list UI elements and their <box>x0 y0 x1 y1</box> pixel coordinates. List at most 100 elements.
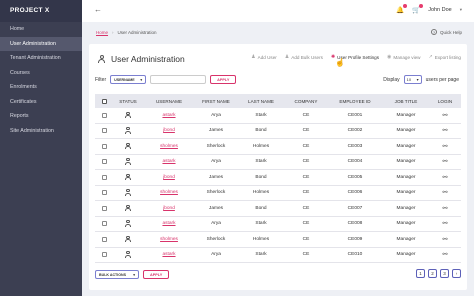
add-bulk-users-button[interactable]: ♟ Add Bulk Users <box>285 54 323 60</box>
username-link[interactable]: sholmes <box>160 144 178 149</box>
export-listing-button[interactable]: ↗ Export listing <box>428 54 461 60</box>
key-icon[interactable]: ⚯ <box>442 220 447 227</box>
sidebar-item-home[interactable]: Home <box>0 22 82 37</box>
page-button-3[interactable]: 3 <box>440 269 449 278</box>
main-card: User Administration ♟ Add User ♟ Add Bul… <box>89 44 467 290</box>
key-icon[interactable]: ⚯ <box>442 251 447 258</box>
column-header-login[interactable]: LOGIN <box>429 99 461 104</box>
job-title-cell: Manager <box>396 236 416 242</box>
column-header-username[interactable]: USERNAME <box>143 99 195 104</box>
row-checkbox[interactable] <box>101 252 107 258</box>
bulk-apply-button[interactable]: APPLY <box>143 270 170 279</box>
row-checkbox[interactable] <box>101 205 107 211</box>
key-icon[interactable]: ⚯ <box>442 236 447 243</box>
job-title-cell: Manager <box>396 174 416 180</box>
key-icon[interactable]: ⚯ <box>442 158 447 165</box>
row-checkbox[interactable] <box>101 236 107 242</box>
key-icon[interactable]: ⚯ <box>442 189 447 196</box>
page-button-2[interactable]: 2 <box>428 269 437 278</box>
filter-label: Filter <box>95 76 107 83</box>
row-checkbox[interactable] <box>101 190 107 196</box>
user-name[interactable]: John Doe <box>428 7 452 13</box>
username-link[interactable]: jbond <box>163 206 175 211</box>
filter-input[interactable] <box>150 75 207 84</box>
key-icon[interactable]: ⚯ <box>442 174 447 181</box>
filter-field-select[interactable]: USERNAME ▾ <box>110 75 147 84</box>
key-icon[interactable]: ⚯ <box>442 112 447 119</box>
add-user-button[interactable]: ♟ Add User <box>251 54 277 60</box>
select-all-cell <box>95 98 113 104</box>
sidebar-item-reports[interactable]: Reports <box>0 109 82 124</box>
chevron-down-icon: ▾ <box>416 77 419 82</box>
bell-icon[interactable]: 🔔 <box>396 4 408 14</box>
user-icon <box>97 54 106 64</box>
add-bulk-users-icon: ♟ <box>284 54 290 60</box>
manage-view-button[interactable]: ◉ Manage view <box>387 54 420 60</box>
username-link[interactable]: astark <box>162 113 175 118</box>
users-table: STATUS USERNAME FIRST NAME LAST NAME COM… <box>95 94 461 263</box>
sidebar-item-site-administration[interactable]: Site Administration <box>0 124 82 139</box>
back-arrow-icon[interactable]: ← <box>94 5 102 14</box>
company-cell: CE <box>302 205 310 211</box>
login-cell: ⚯ <box>429 174 461 181</box>
username-link[interactable]: sholmes <box>160 190 178 195</box>
username-link[interactable]: jbond <box>163 175 175 180</box>
key-icon[interactable]: ⚯ <box>442 127 447 134</box>
status-cell <box>113 189 143 196</box>
row-checkbox-cell <box>95 128 113 134</box>
login-cell: ⚯ <box>429 158 461 165</box>
table-row: jbond James Bond CE CE002 Manager ⚯ <box>95 124 461 139</box>
column-header-job-title[interactable]: JOB TITLE <box>383 99 429 104</box>
username-link[interactable]: astark <box>162 159 175 164</box>
table-row: astark Arya Stark CE CE008 Manager ⚯ <box>95 217 461 232</box>
table-row: astark Arya Stark CE CE010 Manager ⚯ <box>95 248 461 263</box>
first-name-cell: Sherlock <box>206 190 226 196</box>
sidebar-item-courses[interactable]: Courses <box>0 66 82 81</box>
page-button-1[interactable]: 1 <box>416 269 425 278</box>
sidebar-item-user-administration[interactable]: User Administration <box>0 36 82 51</box>
employee-id-cell: CE004 <box>347 159 363 165</box>
last-name-cell: Holmes <box>252 143 270 149</box>
username-link[interactable]: astark <box>162 252 175 257</box>
column-header-company[interactable]: COMPANY <box>285 99 327 104</box>
user-status-icon <box>125 158 131 165</box>
row-checkbox-cell <box>95 159 113 165</box>
bulk-actions-select[interactable]: BULK ACTIONS ▾ <box>95 270 139 279</box>
username-link[interactable]: jbond <box>163 128 175 133</box>
row-checkbox[interactable] <box>101 112 107 118</box>
next-page-button[interactable]: › <box>452 269 461 278</box>
company-cell: CE <box>302 128 310 134</box>
row-checkbox[interactable] <box>101 174 107 180</box>
action-toolbar: ♟ Add User ♟ Add Bulk Users ✺ User Profi… <box>251 54 461 60</box>
filter-apply-button[interactable]: APPLY <box>210 75 237 84</box>
page-size-select[interactable]: 10 ▾ <box>403 75 422 84</box>
sidebar-item-enrolments[interactable]: Enrolments <box>0 80 82 95</box>
username-link[interactable]: sholmes <box>160 237 178 242</box>
column-header-employee-id[interactable]: EMPLOYEE ID <box>327 99 383 104</box>
last-name-cell: Stark <box>255 221 267 227</box>
quick-help[interactable]: ? Quick Help <box>430 29 462 35</box>
breadcrumb-home-link[interactable]: Home <box>96 30 108 35</box>
select-all-checkbox[interactable] <box>101 98 107 104</box>
chevron-down-icon: ▾ <box>140 77 143 82</box>
key-icon[interactable]: ⚯ <box>442 143 447 150</box>
column-header-first-name[interactable]: FIRST NAME <box>195 99 237 104</box>
cart-icon[interactable]: 🛒 <box>412 4 424 14</box>
last-name-cell: Bond <box>255 174 267 180</box>
login-cell: ⚯ <box>429 236 461 243</box>
row-checkbox[interactable] <box>101 143 107 149</box>
column-header-status[interactable]: STATUS <box>113 99 143 104</box>
row-checkbox-cell <box>95 236 113 242</box>
employee-id-cell: CE010 <box>347 252 363 258</box>
table-row: astark Arya Stark CE CE004 Manager ⚯ <box>95 155 461 170</box>
chevron-down-icon[interactable]: ▾ <box>460 7 462 13</box>
sidebar-item-certificates[interactable]: Certificates <box>0 95 82 110</box>
column-header-last-name[interactable]: LAST NAME <box>237 99 285 104</box>
sidebar-item-tenant-administration[interactable]: Tenant Administration <box>0 51 82 66</box>
username-cell: astark <box>143 252 195 257</box>
row-checkbox[interactable] <box>101 128 107 134</box>
row-checkbox[interactable] <box>101 221 107 227</box>
username-link[interactable]: astark <box>162 221 175 226</box>
key-icon[interactable]: ⚯ <box>442 205 447 212</box>
row-checkbox[interactable] <box>101 159 107 165</box>
